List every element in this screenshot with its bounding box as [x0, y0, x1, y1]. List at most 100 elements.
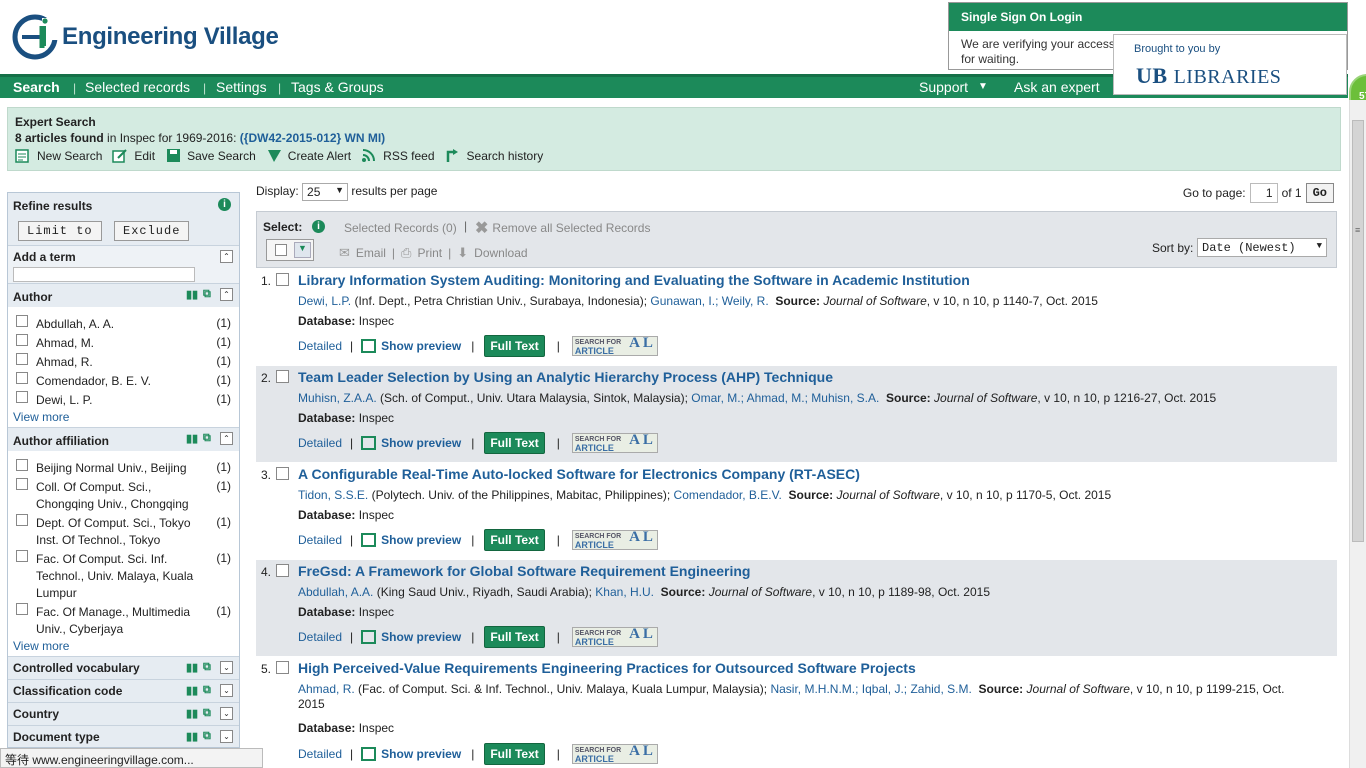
facet-checkbox[interactable] — [16, 391, 28, 403]
chart-icon[interactable]: ▮▮ — [186, 288, 199, 301]
app-logo[interactable]: Engineering Village — [12, 14, 279, 60]
exclude-button[interactable]: Exclude — [114, 221, 190, 241]
author-link[interactable]: Omar, M.; Ahmad, M.; Muhisn, S.A. — [691, 391, 879, 405]
export-icon[interactable]: ⧉ — [203, 707, 216, 719]
result-title-link[interactable]: Team Leader Selection by Using an Analyt… — [298, 369, 833, 385]
author-link[interactable]: Gunawan, I.; Weily, R. — [650, 294, 768, 308]
facet-checkbox[interactable] — [16, 550, 28, 562]
result-checkbox[interactable] — [276, 273, 289, 286]
result-title-link[interactable]: A Configurable Real-Time Auto-locked Sof… — [298, 466, 860, 482]
expand-icon[interactable]: ⌄ — [220, 661, 233, 674]
collapse-icon[interactable]: ⌃ — [220, 250, 233, 263]
sort-select[interactable]: Date (Newest) ▼ — [1197, 238, 1327, 257]
facet-checkbox[interactable] — [16, 459, 28, 471]
detailed-link[interactable]: Detailed — [298, 747, 342, 761]
chart-icon[interactable]: ▮▮ — [186, 707, 199, 720]
affiliation-facet-header[interactable]: Author affiliation ▮▮ ⧉ ⌃ — [8, 427, 239, 451]
page-input[interactable]: 1 — [1249, 183, 1278, 203]
per-page-select[interactable]: 25 ▼ — [302, 183, 349, 201]
document-type-facet[interactable]: Document type ▮▮ ⧉ ⌄ — [8, 725, 239, 747]
export-icon[interactable]: ⧉ — [203, 432, 216, 444]
full-text-button[interactable]: Full Text — [484, 432, 545, 454]
nav-ask-expert[interactable]: Ask an expert — [1014, 79, 1100, 95]
detailed-link[interactable]: Detailed — [298, 339, 342, 353]
facet-checkbox[interactable] — [16, 478, 28, 490]
author-link[interactable]: Ahmad, R. — [298, 682, 355, 696]
classification-code-facet[interactable]: Classification code ▮▮ ⧉ ⌄ — [8, 679, 239, 702]
chevron-down-icon[interactable]: ▼ — [294, 242, 311, 258]
author-link[interactable]: Nasir, M.H.N.M.; Iqbal, J.; Zahid, S.M. — [770, 682, 971, 696]
facet-checkbox[interactable] — [16, 372, 28, 384]
show-preview-link[interactable]: Show preview — [361, 747, 461, 761]
full-text-button[interactable]: Full Text — [484, 335, 545, 357]
result-checkbox[interactable] — [276, 564, 289, 577]
download-button[interactable]: Download — [474, 246, 527, 260]
chart-icon[interactable]: ▮▮ — [186, 684, 199, 697]
select-all-dropdown[interactable]: ▼ — [266, 239, 314, 261]
search-for-article-button[interactable]: SEARCH FOR ARTICLE A L — [571, 744, 658, 764]
select-all-checkbox[interactable] — [275, 244, 287, 256]
collapse-icon[interactable]: ⌃ — [220, 432, 233, 445]
export-icon[interactable]: ⧉ — [203, 730, 216, 742]
author-link[interactable]: Khan, H.U. — [595, 585, 654, 599]
result-title-link[interactable]: Library Information System Auditing: Mon… — [298, 272, 970, 288]
full-text-button[interactable]: Full Text — [484, 529, 545, 551]
nav-selected-records[interactable]: Selected records — [85, 79, 190, 95]
controlled-vocabulary-facet[interactable]: Controlled vocabulary ▮▮ ⧉ ⌄ — [8, 656, 239, 679]
show-preview-link[interactable]: Show preview — [361, 436, 461, 450]
show-preview-link[interactable]: Show preview — [361, 533, 461, 547]
search-history-button[interactable]: Search history — [445, 148, 543, 163]
result-title-link[interactable]: FreGsd: A Framework for Global Software … — [298, 563, 750, 579]
info-icon[interactable]: i — [312, 220, 325, 233]
detailed-link[interactable]: Detailed — [298, 630, 342, 644]
author-link[interactable]: Comendador, B.E.V. — [674, 488, 782, 502]
expand-icon[interactable]: ⌄ — [220, 684, 233, 697]
nav-tags-groups[interactable]: Tags & Groups — [291, 79, 384, 95]
search-for-article-button[interactable]: SEARCH FOR ARTICLE A L — [571, 530, 658, 550]
save-search-button[interactable]: Save Search — [165, 148, 256, 163]
export-icon[interactable]: ⧉ — [203, 661, 216, 673]
search-for-article-button[interactable]: SEARCH FOR ARTICLE A L — [571, 627, 658, 647]
add-term-input[interactable] — [13, 267, 195, 282]
nav-support[interactable]: Support — [919, 79, 968, 95]
view-more-link[interactable]: View more — [8, 408, 239, 427]
author-link[interactable]: Tidon, S.S.E. — [298, 488, 368, 502]
result-checkbox[interactable] — [276, 370, 289, 383]
full-text-button[interactable]: Full Text — [484, 626, 545, 648]
nav-search[interactable]: Search — [13, 79, 60, 95]
page-scrollbar[interactable]: ≡ — [1349, 100, 1366, 768]
country-facet[interactable]: Country ▮▮ ⧉ ⌄ — [8, 702, 239, 725]
detailed-link[interactable]: Detailed — [298, 533, 342, 547]
author-link[interactable]: Muhisn, Z.A.A. — [298, 391, 377, 405]
chart-icon[interactable]: ▮▮ — [186, 432, 199, 445]
nav-settings[interactable]: Settings — [216, 79, 267, 95]
full-text-button[interactable]: Full Text — [484, 743, 545, 765]
view-more-link[interactable]: View more — [8, 637, 239, 656]
chart-icon[interactable]: ▮▮ — [186, 730, 199, 743]
show-preview-link[interactable]: Show preview — [361, 630, 461, 644]
search-for-article-button[interactable]: SEARCH FOR ARTICLE A L — [571, 433, 658, 453]
result-checkbox[interactable] — [276, 467, 289, 480]
author-facet-header[interactable]: Author ▮▮ ⧉ ⌃ — [8, 283, 239, 307]
expand-icon[interactable]: ⌄ — [220, 707, 233, 720]
export-icon[interactable]: ⧉ — [203, 684, 216, 696]
print-button[interactable]: Print — [417, 246, 442, 260]
info-icon[interactable]: i — [218, 198, 231, 211]
go-button[interactable]: Go — [1305, 183, 1334, 203]
author-link[interactable]: Abdullah, A.A. — [298, 585, 373, 599]
collapse-icon[interactable]: ⌃ — [220, 288, 233, 301]
create-alert-button[interactable]: Create Alert — [266, 148, 351, 163]
facet-checkbox[interactable] — [16, 315, 28, 327]
facet-checkbox[interactable] — [16, 514, 28, 526]
author-link[interactable]: Dewi, L.P. — [298, 294, 351, 308]
edit-button[interactable]: Edit — [112, 148, 155, 163]
chart-icon[interactable]: ▮▮ — [186, 661, 199, 674]
show-preview-link[interactable]: Show preview — [361, 339, 461, 353]
export-icon[interactable]: ⧉ — [203, 288, 216, 300]
detailed-link[interactable]: Detailed — [298, 436, 342, 450]
new-search-button[interactable]: New Search — [15, 148, 102, 163]
expand-icon[interactable]: ⌄ — [220, 730, 233, 743]
facet-checkbox[interactable] — [16, 603, 28, 615]
search-for-article-button[interactable]: SEARCH FOR ARTICLE A L — [571, 336, 658, 356]
result-checkbox[interactable] — [276, 661, 289, 674]
